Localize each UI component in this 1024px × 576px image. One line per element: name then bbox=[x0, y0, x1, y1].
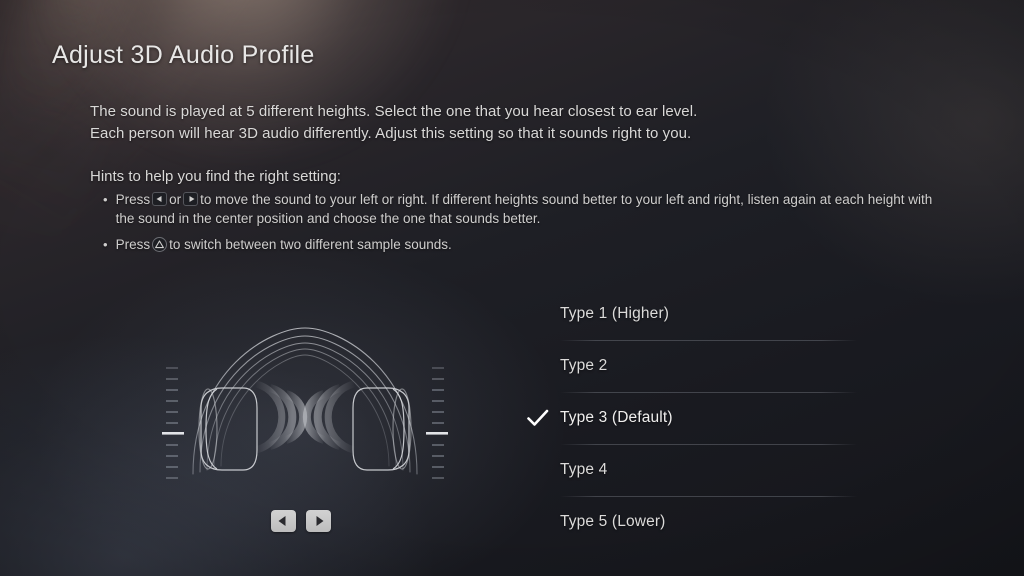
hint-text: Press or to move the sound to your left or… bbox=[116, 190, 933, 228]
checkmark-icon bbox=[527, 409, 549, 426]
description-line-2: Each person will hear 3D audio different… bbox=[90, 125, 692, 142]
hint-prefix: Press bbox=[115, 192, 151, 207]
headband bbox=[192, 327, 418, 475]
hint-prefix: Press bbox=[115, 237, 151, 252]
option-row-type-5[interactable]: Type 5 (Lower) bbox=[527, 496, 857, 548]
triangle-button-icon bbox=[152, 237, 168, 252]
hint-item-triangle: • Press to switch between two different s… bbox=[103, 235, 603, 254]
dpad-right-icon bbox=[183, 192, 199, 206]
option-row-type-3[interactable]: Type 3 (Default) bbox=[527, 392, 857, 444]
sound-waves-left bbox=[255, 380, 308, 454]
option-label: Type 4 bbox=[560, 461, 608, 478]
option-row-type-1[interactable]: Type 1 (Higher) bbox=[527, 288, 857, 340]
option-label: Type 2 bbox=[560, 357, 608, 374]
hint-suffix: to switch between two different sample s… bbox=[169, 237, 452, 252]
height-scale-right bbox=[426, 367, 448, 479]
option-label: Type 5 (Lower) bbox=[560, 513, 666, 530]
dpad-left-button[interactable] bbox=[271, 510, 296, 532]
hint-conjunction: or bbox=[169, 192, 182, 207]
bullet-marker: • bbox=[103, 237, 108, 252]
ps5-3d-audio-profile-screen: Adjust 3D Audio Profile The sound is pla… bbox=[0, 0, 1024, 576]
check-slot bbox=[527, 409, 560, 427]
headphones-illustration bbox=[160, 322, 450, 512]
option-row-type-2[interactable]: Type 2 bbox=[527, 340, 857, 392]
audio-profile-option-list: Type 1 (Higher) Type 2 Type 3 (Default) … bbox=[527, 288, 857, 548]
hint-text: Press to switch between two different sam… bbox=[116, 235, 603, 254]
background-vignette bbox=[0, 0, 1024, 576]
hints-title: Hints to help you find the right setting… bbox=[90, 168, 341, 185]
dpad-left-icon bbox=[152, 192, 168, 206]
page-title: Adjust 3D Audio Profile bbox=[52, 41, 315, 69]
option-label: Type 1 (Higher) bbox=[560, 305, 670, 322]
hint-item-dpad: • Press or to move the sound to your left … bbox=[103, 190, 933, 228]
bullet-marker: • bbox=[103, 192, 108, 207]
option-row-type-4[interactable]: Type 4 bbox=[527, 444, 857, 496]
dpad-controls bbox=[271, 510, 331, 532]
height-scale-left bbox=[162, 367, 184, 479]
sound-waves-right bbox=[302, 380, 355, 454]
option-label: Type 3 (Default) bbox=[560, 409, 673, 426]
description-line-1: The sound is played at 5 different heigh… bbox=[90, 103, 698, 120]
hint-suffix: to move the sound to your left or right.… bbox=[115, 192, 933, 226]
dpad-right-button[interactable] bbox=[306, 510, 331, 532]
light-beam bbox=[22, 0, 106, 181]
